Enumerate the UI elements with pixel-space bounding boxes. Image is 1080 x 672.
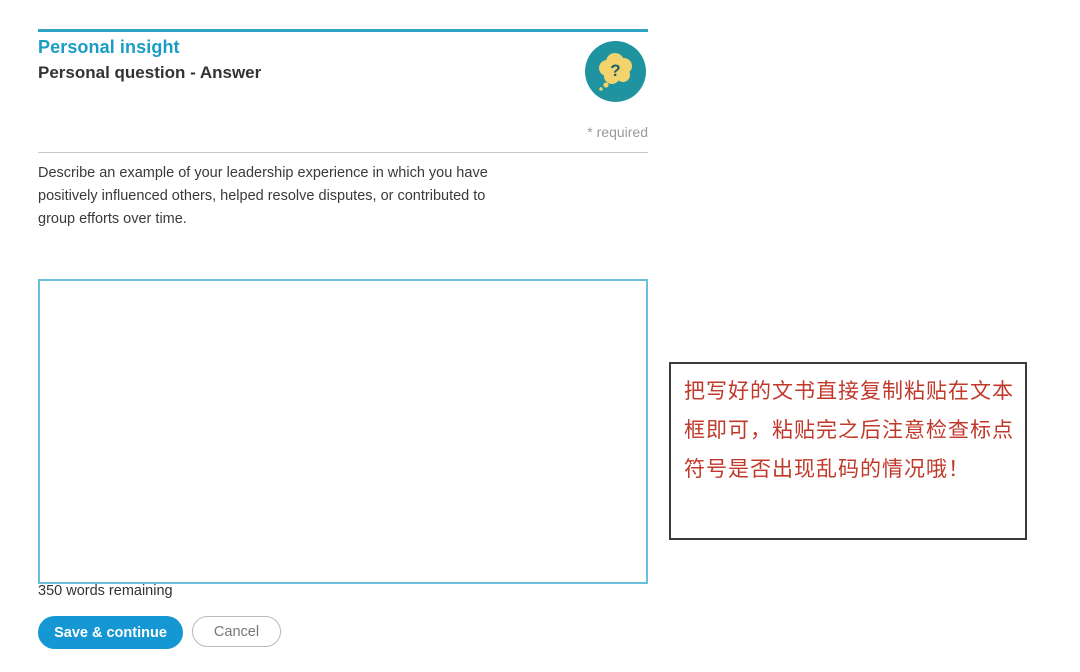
thought-bubble-question-icon: ? [585,41,646,102]
annotation-text: 把写好的文书直接复制粘贴在文本框即可，粘贴完之后注意检查标点符号是否出现乱码的情… [684,379,1014,481]
words-remaining-counter: 350 words remaining [38,583,173,599]
cancel-button[interactable]: Cancel [192,616,281,647]
annotation-callout: 把写好的文书直接复制粘贴在文本框即可，粘贴完之后注意检查标点符号是否出现乱码的情… [669,362,1027,540]
question-prompt: Describe an example of your leadership e… [38,165,488,227]
svg-text:?: ? [610,61,620,80]
header-top-rule [38,29,648,32]
section-divider [38,152,648,153]
answer-textarea[interactable] [38,279,648,584]
required-note: * required [587,124,648,140]
save-continue-button[interactable]: Save & continue [38,616,183,649]
page-title: Personal question - Answer [38,63,262,82]
section-title: Personal insight [38,37,180,57]
